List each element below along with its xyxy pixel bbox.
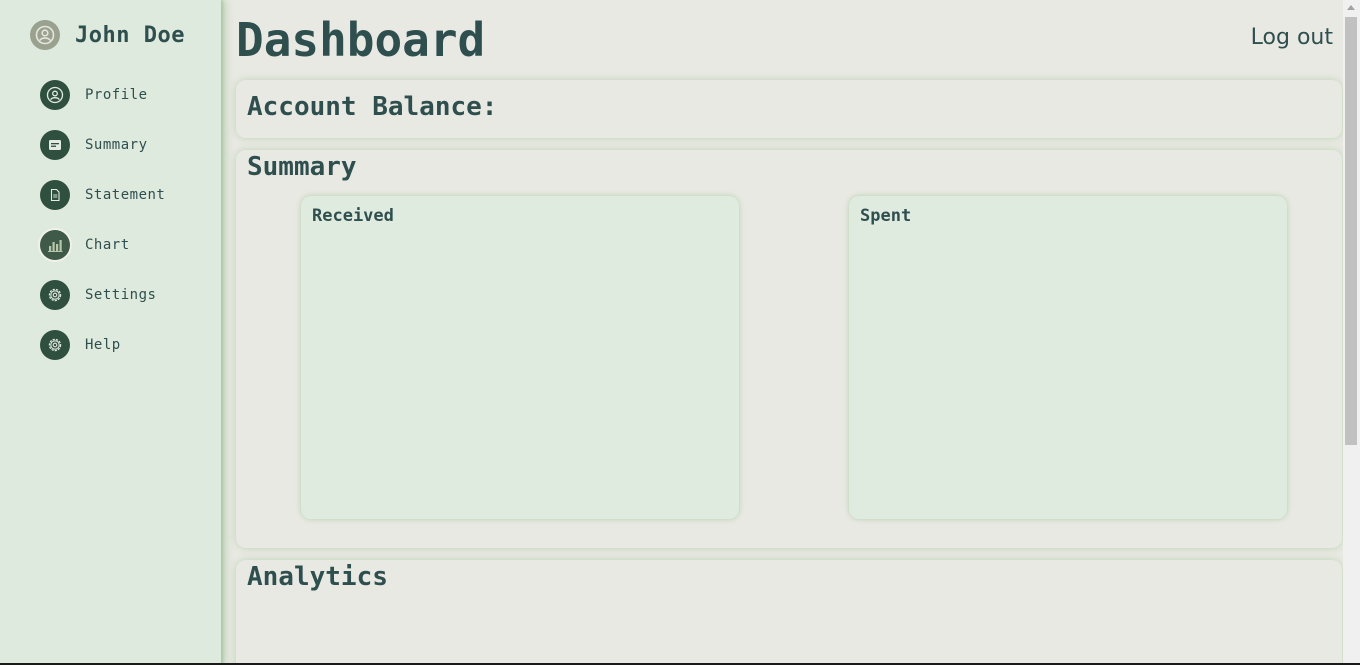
sidebar-item-profile[interactable]: Profile — [40, 80, 165, 110]
sidebar-item-summary[interactable]: Summary — [40, 130, 165, 160]
sidebar-nav: Profile Summary Statement Chart Settings… — [40, 80, 165, 380]
received-panel: Received — [301, 196, 739, 519]
main-content: Dashboard Log out Account Balance: Summa… — [236, 0, 1342, 665]
summary-title: Summary — [247, 152, 357, 182]
page-title: Dashboard — [236, 13, 486, 67]
gear-icon — [40, 330, 70, 360]
vertical-scrollbar[interactable] — [1343, 0, 1360, 665]
summary-card: Summary Received Spent — [236, 150, 1342, 548]
bar-chart-icon — [40, 230, 70, 260]
analytics-card: Analytics — [236, 560, 1342, 665]
sidebar-item-label: Chart — [85, 237, 130, 253]
sidebar-item-label: Help — [85, 337, 121, 353]
sidebar-item-settings[interactable]: Settings — [40, 280, 165, 310]
document-icon — [40, 180, 70, 210]
analytics-title: Analytics — [247, 562, 388, 592]
sidebar-item-help[interactable]: Help — [40, 330, 165, 360]
received-title: Received — [312, 206, 394, 226]
sidebar-item-statement[interactable]: Statement — [40, 180, 165, 210]
account-balance-title: Account Balance: — [247, 92, 498, 122]
app: John Doe Profile Summary Statement Chart… — [0, 0, 1360, 665]
card-icon — [40, 130, 70, 160]
account-balance-card: Account Balance: — [236, 80, 1342, 138]
scrollbar-thumb[interactable] — [1345, 17, 1357, 445]
user-name: John Doe — [75, 22, 185, 48]
sidebar: John Doe Profile Summary Statement Chart… — [0, 0, 221, 665]
user-profile[interactable]: John Doe — [30, 20, 185, 50]
user-circle-icon — [30, 20, 60, 50]
spent-title: Spent — [860, 206, 912, 226]
sidebar-item-label: Settings — [85, 287, 157, 303]
sidebar-item-label: Profile — [85, 87, 148, 103]
logout-button[interactable]: Log out — [1251, 25, 1333, 50]
spent-panel: Spent — [849, 196, 1287, 519]
sidebar-item-label: Statement — [85, 187, 166, 203]
sidebar-item-label: Summary — [85, 137, 148, 153]
scroll-up-arrow-icon[interactable] — [1347, 5, 1355, 10]
sidebar-item-chart[interactable]: Chart — [40, 230, 165, 260]
gear-icon — [40, 280, 70, 310]
user-icon — [40, 80, 70, 110]
